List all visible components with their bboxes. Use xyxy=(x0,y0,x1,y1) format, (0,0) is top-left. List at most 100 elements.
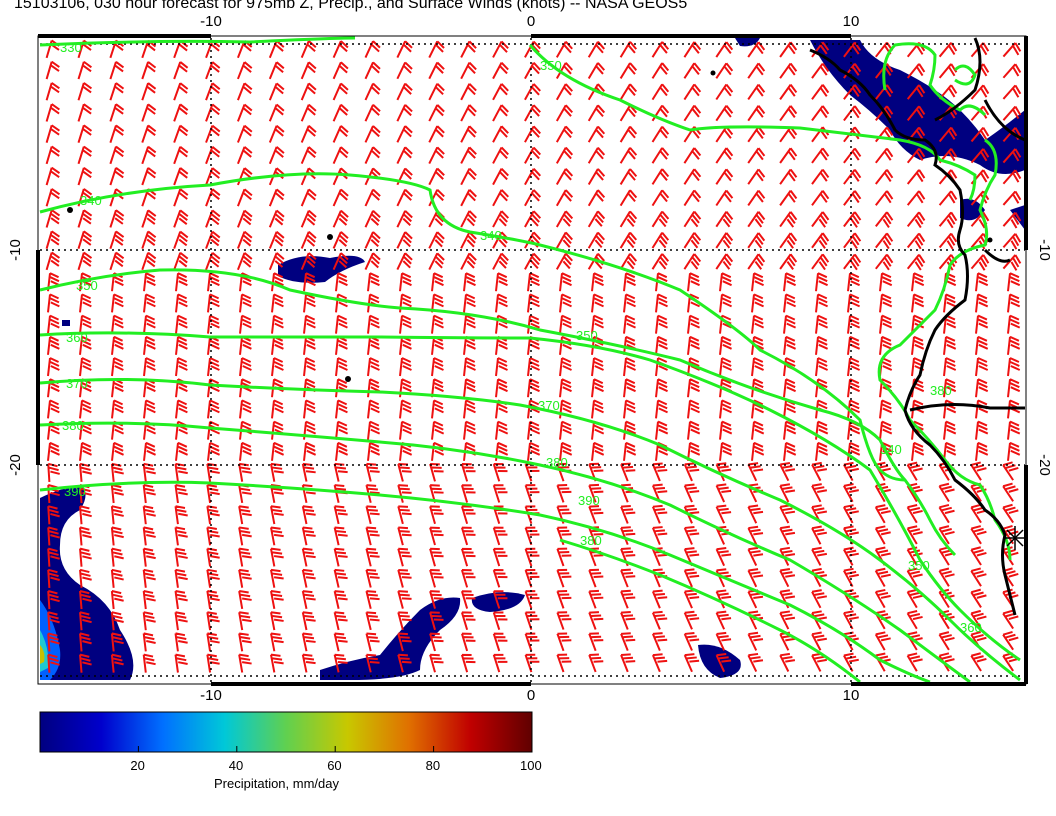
wind-barb xyxy=(620,504,636,524)
wind-barbs xyxy=(45,39,1022,673)
wind-barb xyxy=(364,231,381,249)
wind-barb xyxy=(109,209,125,228)
wind-barb xyxy=(875,253,894,271)
wind-barb xyxy=(527,272,540,292)
wind-barb xyxy=(205,188,221,207)
wind-barb xyxy=(206,526,220,546)
wind-barb xyxy=(428,231,445,249)
station-marker-icon xyxy=(1003,526,1027,550)
wind-barb xyxy=(396,82,413,101)
wind-barb xyxy=(559,272,572,292)
latitude-label: -20 xyxy=(7,454,24,476)
wind-barb xyxy=(300,103,317,122)
wind-barb xyxy=(751,357,765,377)
wind-barb xyxy=(206,547,220,567)
wind-barb xyxy=(141,209,157,228)
wind-barb xyxy=(111,293,124,313)
wind-barb xyxy=(79,462,92,482)
wind-barb xyxy=(715,504,732,524)
wind-barb xyxy=(268,124,285,143)
wind-barb xyxy=(300,188,317,207)
wind-barb xyxy=(683,210,702,228)
wind-barb xyxy=(364,104,381,122)
wind-barb xyxy=(174,505,188,525)
wind-barb xyxy=(747,462,764,482)
wind-barb xyxy=(236,103,253,122)
wind-barb xyxy=(77,230,93,249)
wind-barb xyxy=(77,60,92,80)
colorbar-gradient xyxy=(39,711,533,753)
wind-barb xyxy=(555,83,573,101)
wind-barb xyxy=(142,526,156,546)
wind-barb xyxy=(300,231,317,249)
wind-barb xyxy=(268,61,285,80)
longitude-label: 10 xyxy=(843,687,860,704)
island-dot xyxy=(987,237,993,243)
wind-barb xyxy=(47,335,60,355)
longitude-label: 10 xyxy=(843,13,860,30)
wind-barb xyxy=(335,293,348,313)
wind-barb xyxy=(847,335,861,355)
wind-barb xyxy=(938,631,955,651)
wind-barb xyxy=(463,420,477,440)
wind-barb xyxy=(874,588,891,609)
wind-barb xyxy=(555,125,574,143)
wind-barb xyxy=(683,168,702,185)
wind-barb xyxy=(142,484,156,504)
wind-barb xyxy=(45,251,61,271)
wind-barb xyxy=(399,420,413,440)
longitude-label: -10 xyxy=(200,687,222,704)
wind-barb xyxy=(270,590,284,610)
wind-barb xyxy=(783,272,797,292)
island-dot xyxy=(327,234,333,240)
island-dot xyxy=(345,376,351,382)
wind-barb xyxy=(588,568,604,588)
wind-barb xyxy=(335,335,348,355)
wind-barb xyxy=(111,378,124,398)
wind-barb xyxy=(524,125,541,143)
wind-barb xyxy=(655,420,669,440)
wind-barb xyxy=(460,526,476,546)
wind-barb xyxy=(975,378,989,398)
wind-barb xyxy=(333,547,348,567)
wind-barb xyxy=(332,146,349,165)
wind-barb xyxy=(301,547,316,567)
wind-barb xyxy=(238,526,252,546)
wind-barb xyxy=(747,62,766,79)
wind-barb xyxy=(975,420,989,440)
wind-barb xyxy=(779,211,798,228)
wind-barb xyxy=(492,632,508,652)
wind-barb xyxy=(110,568,124,588)
wind-barb xyxy=(587,147,606,164)
wind-barb xyxy=(779,168,798,185)
wind-barb xyxy=(683,525,700,545)
wind-barb xyxy=(779,41,798,58)
wind-barb xyxy=(879,272,893,292)
wind-barb xyxy=(811,461,828,482)
wind-barb xyxy=(715,211,734,228)
wind-barb xyxy=(651,62,670,79)
wind-barb xyxy=(141,103,157,122)
wind-barb xyxy=(45,60,60,80)
wind-barb xyxy=(874,631,891,651)
wind-barb xyxy=(591,293,604,313)
wind-barb xyxy=(431,314,444,334)
wind-barb xyxy=(364,210,381,228)
wind-barb xyxy=(492,526,508,546)
wind-barb xyxy=(173,124,189,143)
wind-barb xyxy=(911,293,925,313)
wind-barb xyxy=(524,590,540,609)
wind-barb xyxy=(623,314,636,334)
wind-barb xyxy=(811,168,830,185)
wind-barb xyxy=(173,61,189,80)
wind-barb xyxy=(588,653,604,673)
wind-barb xyxy=(938,482,955,503)
wind-barb xyxy=(45,82,60,101)
wind-barb xyxy=(428,61,445,80)
wind-barb xyxy=(970,588,987,608)
wind-barb xyxy=(236,61,253,80)
wind-barb xyxy=(779,147,798,164)
wind-barb xyxy=(365,547,380,567)
wind-barb xyxy=(747,147,766,164)
wind-barb xyxy=(301,632,316,652)
